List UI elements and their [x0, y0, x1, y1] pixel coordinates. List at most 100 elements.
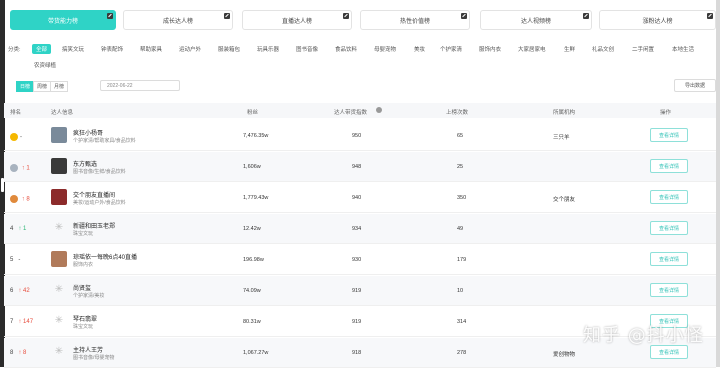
category-all[interactable]: 全部 [32, 44, 52, 54]
rank-value: 4 [10, 226, 14, 232]
category-item[interactable]: 大家居家电 [518, 45, 546, 53]
view-details-button[interactable]: 查看详情 [650, 128, 688, 142]
category-item[interactable]: 图书音像 [296, 45, 318, 53]
view-details-button[interactable]: 查看详情 [650, 252, 688, 266]
sales-score: 919 [352, 288, 362, 294]
view-details-button[interactable]: 查看详情 [650, 221, 688, 235]
tab-sales-ability[interactable]: 带货能力榜 [10, 10, 116, 30]
rank-change: ↑ 1 [21, 165, 30, 172]
institution: 交个朋友 [553, 197, 576, 203]
view-details-button[interactable]: 查看详情 [650, 159, 688, 173]
col-institution: 所属机构 [553, 110, 576, 116]
creator-category: 个护家清/美妆 [73, 293, 105, 299]
table-row: 6 ↑ 42 ✳ 尚贤玺 个护家清/美妆 74.09w 919 10 查看详情 [4, 276, 716, 306]
external-link-icon [461, 13, 467, 19]
category-item[interactable]: 二手闲置 [632, 45, 654, 53]
tab-live[interactable]: 直播达人榜 [242, 10, 352, 30]
table-row: 5 - 琼瑶依一每晚6点40直播 服饰内衣 196.98w 930 179 查看详情 [4, 245, 716, 275]
scrollbar[interactable] [716, 0, 720, 367]
creator-name[interactable]: 新疆和田玉老郑 [73, 221, 115, 230]
export-label: 导出数据 [684, 83, 705, 89]
period-selector: 日榜 周榜 月榜 [16, 81, 68, 92]
info-icon[interactable] [376, 107, 382, 113]
rank-count: 25 [457, 164, 464, 170]
category-item[interactable]: 本地生活 [672, 45, 694, 53]
category-item[interactable]: 服装箱包 [218, 45, 240, 53]
avatar[interactable] [51, 189, 67, 205]
col-info: 达人信息 [51, 110, 74, 116]
rank-count: 10 [457, 288, 464, 294]
period-week-button[interactable]: 周榜 [33, 81, 51, 92]
rank-cell: - [10, 133, 22, 141]
view-details-button[interactable]: 查看详情 [650, 283, 688, 297]
tab-fans-growth[interactable]: 涨粉达人榜 [599, 10, 716, 30]
col-fans: 粉丝 [247, 110, 259, 116]
rank-cell: ↑ 8 [10, 195, 30, 203]
creator-category: 珠宝文玩 [73, 231, 94, 237]
rank-change: ↑ 1 [18, 226, 27, 232]
view-details-button[interactable]: 查看详情 [650, 190, 688, 204]
creator-name[interactable]: 东方甄选 [73, 159, 97, 168]
category-item[interactable]: 运动户外 [179, 45, 201, 53]
rank-value: - [20, 134, 22, 141]
sales-score: 948 [352, 164, 362, 170]
rank-change: ↑ 147 [18, 319, 34, 325]
creator-name[interactable]: 疯狂小杨哥 [73, 128, 103, 137]
category-item[interactable]: 帮助家具 [140, 45, 162, 53]
date-picker[interactable]: 2022-06-22 [100, 80, 180, 91]
creator-category: 图书音像/生鲜/食品饮料 [73, 169, 126, 175]
col-score: 达人带货指数 [334, 110, 368, 116]
loading-icon: ✳ [54, 315, 64, 326]
category-item[interactable]: 生鲜 [564, 45, 575, 53]
medal-icon [10, 195, 18, 203]
creator-name[interactable]: 琼瑶依一每晚6点40直播 [73, 252, 137, 261]
fans-count: 196.98w [243, 257, 264, 263]
medal-icon [10, 133, 18, 141]
category-item[interactable]: 农资绿植 [34, 61, 56, 69]
category-item[interactable]: 个护家清 [440, 45, 462, 53]
period-month-button[interactable]: 月榜 [50, 81, 68, 92]
export-button[interactable]: 导出数据 [674, 79, 716, 92]
fans-count: 1,067.27w [243, 350, 269, 356]
sales-score: 918 [352, 350, 362, 356]
rank-count: 314 [457, 319, 467, 325]
category-item[interactable]: 礼品文创 [592, 45, 614, 53]
category-item[interactable]: 钟表配饰 [101, 45, 123, 53]
external-link-icon [224, 13, 230, 19]
fans-count: 7,476.35w [243, 133, 269, 139]
creator-name[interactable]: 尚贤玺 [73, 283, 91, 292]
sales-score: 940 [352, 195, 362, 201]
fans-count: 80.31w [243, 319, 261, 325]
rank-value: 5 [10, 257, 14, 263]
avatar[interactable] [51, 251, 67, 267]
tab-growth[interactable]: 成长达人榜 [123, 10, 233, 30]
rank-change: ↑ 8 [21, 196, 30, 203]
rank-count: 179 [457, 257, 467, 263]
external-link-icon [707, 13, 713, 19]
institution: 三只羊 [553, 135, 570, 141]
app-frame: 带货能力榜 成长达人榜 直播达人榜 热性价值榜 达人视频榜 涨粉达人榜 分类: … [0, 0, 720, 368]
rank-cell: 4 ↑ 1 [10, 226, 26, 232]
avatar[interactable] [51, 158, 67, 174]
category-item[interactable]: 母婴宠物 [374, 45, 396, 53]
rank-count: 278 [457, 350, 467, 356]
category-item[interactable]: 服饰内衣 [479, 45, 501, 53]
period-day-button[interactable]: 日榜 [16, 81, 34, 92]
creator-name[interactable]: 交个朋友直播间 [73, 190, 115, 199]
loading-icon: ✳ [54, 346, 64, 357]
view-details-button[interactable]: 查看详情 [650, 345, 688, 359]
avatar[interactable] [51, 127, 67, 143]
creator-name[interactable]: 主持人王芳 [73, 345, 103, 354]
category-item[interactable]: 搞笑文玩 [62, 45, 84, 53]
category-item[interactable]: 玩具乐器 [257, 45, 279, 53]
creator-name[interactable]: 琴石翡翠 [73, 314, 97, 323]
category-item[interactable]: 食品饮料 [335, 45, 357, 53]
medal-icon [10, 164, 18, 172]
tab-video[interactable]: 达人视频榜 [480, 10, 592, 30]
tab-hot-value[interactable]: 热性价值榜 [360, 10, 470, 30]
fans-count: 1,606w [243, 164, 261, 170]
ranking-tabs: 带货能力榜 成长达人榜 直播达人榜 热性价值榜 达人视频榜 涨粉达人榜 [10, 10, 716, 30]
category-item[interactable]: 美妆 [414, 45, 425, 53]
external-link-icon [583, 13, 589, 19]
rank-cell: 6 ↑ 42 [10, 288, 30, 294]
